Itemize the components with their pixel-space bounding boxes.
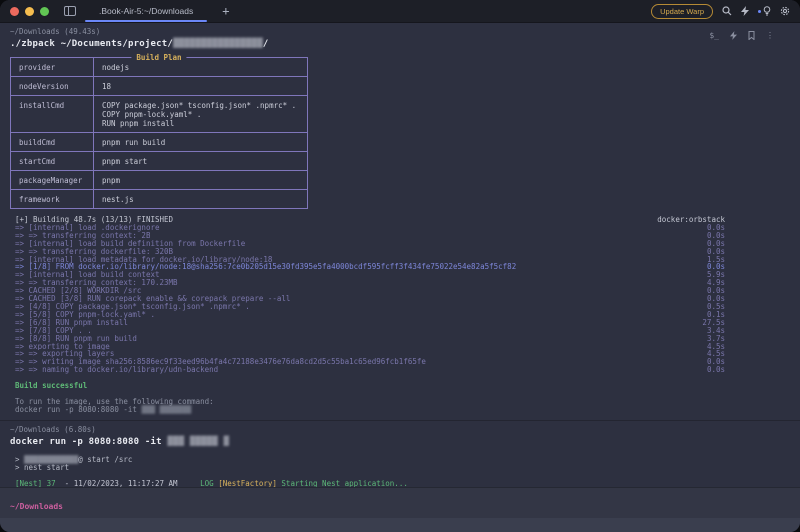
docker-log-line: => [4/8] COPY package.json* tsconfig.jso… (15, 303, 725, 311)
pane-toggle-icon[interactable] (64, 6, 76, 16)
docker-log-line: => [internal] load metadata for docker.i… (15, 256, 725, 264)
docker-log-line: => => transferring dockerfile: 320B0.0s (15, 248, 725, 256)
docker-log-line: => => naming to docker.io/library/udn-ba… (15, 366, 725, 374)
docker-log-line: => => transferring context: 2B0.0s (15, 232, 725, 240)
title-bar: .Book-Air-5:~/Downloads + Update Warp (0, 0, 800, 23)
tab-title: .Book-Air-5:~/Downloads (99, 6, 193, 16)
suggested-run-command: docker run -p 8080:8080 -it ▓▓▓ ▓▓▓▓▓▓▓ (0, 406, 800, 414)
zbpack-command-line: ./zbpack ~/Documents/project/▓▓▓▓▓▓▓▓▓▓▓… (0, 36, 800, 49)
docker-build-log: [+] Building 48.7s (13/13) FINISHED dock… (0, 216, 800, 374)
redacted-image-name: ▓▓▓ ▓▓▓▓▓ ▓ (167, 437, 229, 447)
npm-script-line: > ▓▓▓▓▓▓▓▓▓▓▓▓@ start /src (15, 456, 800, 464)
zoom-button[interactable] (40, 7, 49, 16)
warp-terminal-window: .Book-Air-5:~/Downloads + Update Warp (0, 0, 800, 532)
search-icon[interactable] (722, 6, 732, 16)
terminal-body: ~/Downloads (49.43s) ./zbpack ~/Document… (0, 23, 800, 532)
docker-log-line: => [internal] load build definition from… (15, 240, 725, 248)
close-button[interactable] (10, 7, 19, 16)
terminal-tab[interactable]: .Book-Air-5:~/Downloads (83, 0, 209, 22)
redacted-package-name: ▓▓▓▓▓▓▓▓▓▓▓▓ (24, 455, 78, 464)
current-prompt-block: ~/Downloads (0, 487, 800, 532)
docker-log-line: => [6/8] RUN pnpm install27.5s (15, 319, 725, 327)
traffic-lights (10, 7, 49, 16)
build-plan-table: Build Plan provider nodejs nodeVersion 1… (10, 57, 308, 209)
tips-lightbulb-icon[interactable] (758, 6, 771, 16)
docker-log-line: => [1/8] FROM docker.io/library/node:18@… (15, 263, 725, 271)
docker-log-line: => [8/8] RUN pnpm run build3.7s (15, 335, 725, 343)
build-successful-message: Build successful (0, 382, 800, 390)
docker-build-header: [+] Building 48.7s (13/13) FINISHED dock… (15, 216, 725, 224)
block-context-line: ~/Downloads (6.80s) (0, 421, 800, 434)
docker-log-line: => => writing image sha256:8586ec9f33eed… (15, 358, 725, 366)
build-plan-row: packageManager pnpm (11, 171, 307, 190)
command-block-zbpack: ~/Downloads (49.43s) ./zbpack ~/Document… (0, 23, 800, 49)
build-plan-row: buildCmd pnpm run build (11, 133, 307, 152)
prompt-path: ~/Downloads (10, 502, 63, 511)
docker-log-line: => exporting to image4.5s (15, 343, 725, 351)
command-block-docker-run: ~/Downloads (6.80s) docker run -p 8080:8… (0, 421, 800, 447)
redacted-image-name: ▓▓▓ ▓▓▓▓▓▓▓ (141, 405, 191, 414)
build-plan-row: installCmd COPY package.json* tsconfig.j… (11, 96, 307, 133)
docker-log-line: => [internal] load build context5.9s (15, 271, 725, 279)
settings-gear-icon[interactable] (780, 6, 790, 16)
nest-start-line: > nest start (15, 464, 800, 472)
docker-log-line: => CACHED [3/8] RUN corepack enable && c… (15, 295, 725, 303)
build-plan-title: Build Plan (131, 53, 186, 62)
notification-dot (758, 10, 761, 13)
new-tab-button[interactable]: + (216, 5, 235, 17)
command-input-area[interactable] (0, 518, 800, 532)
docker-log-line: => => exporting layers4.5s (15, 350, 725, 358)
build-plan-row: nodeVersion 18 (11, 77, 307, 96)
docker-log-line: => CACHED [2/8] WORKDIR /src0.0s (15, 287, 725, 295)
docker-log-line: => [7/8] COPY . .3.4s (15, 327, 725, 335)
prompt-header: ~/Downloads (0, 487, 800, 518)
prompt-dollar-icon[interactable]: $_ (709, 31, 719, 40)
docker-log-line: => [internal] load .dockerignore0.0s (15, 224, 725, 232)
update-warp-button[interactable]: Update Warp (651, 4, 713, 19)
docker-run-command-line: docker run -p 8080:8080 -it ▓▓▓ ▓▓▓▓▓ ▓ (0, 434, 800, 447)
build-plan-row: framework nest.js (11, 190, 307, 208)
block-context-line: ~/Downloads (49.43s) (0, 23, 800, 36)
minimize-button[interactable] (25, 7, 34, 16)
block-toolbar: $_ ⋮ (709, 31, 774, 40)
docker-log-line: => [5/8] COPY pnpm-lock.yaml* .0.1s (15, 311, 725, 319)
redacted-project-path: ▓▓▓▓▓▓▓▓▓▓▓▓▓▓▓▓ (173, 39, 263, 49)
ai-bolt-icon[interactable] (741, 6, 749, 16)
bookmark-icon[interactable] (748, 31, 755, 40)
docker-log-line: => => transferring context: 170.23MB4.9s (15, 279, 725, 287)
build-plan-row: startCmd pnpm start (11, 152, 307, 171)
bolt-icon[interactable] (730, 31, 737, 40)
block-menu-icon[interactable]: ⋮ (766, 31, 774, 40)
